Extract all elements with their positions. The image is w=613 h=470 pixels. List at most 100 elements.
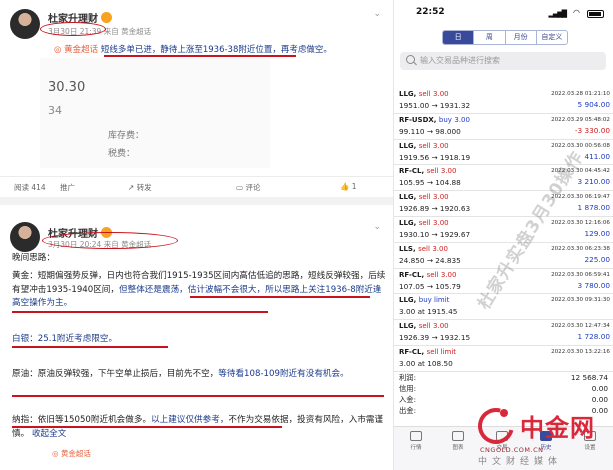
order-profit: 3 780.00 xyxy=(577,280,611,290)
avatar[interactable] xyxy=(10,222,40,252)
annotation-underline xyxy=(12,426,282,428)
order-symbol: RF-CL, sell 3.00 xyxy=(399,167,457,176)
order-symbol: LLG, sell 3.00 xyxy=(399,193,449,202)
order-price: 1951.00 → 1931.32 xyxy=(399,101,471,110)
chevron-down-icon[interactable]: ⌄ xyxy=(373,222,381,232)
order-row[interactable]: LLG, sell 3.00 2022.03.30 12:16:06 1930.10… xyxy=(394,217,613,243)
order-profit: 129.00 xyxy=(584,229,610,238)
order-profit: 5 904.00 xyxy=(577,100,611,109)
search-input[interactable] xyxy=(420,53,600,68)
order-date: 2022.03.30 13:22:16 xyxy=(551,349,610,355)
order-symbol: LLG, sell 3.00 xyxy=(399,322,449,331)
order-profit: 3 210.00 xyxy=(577,177,611,187)
order-date: 2022.03.30 12:47:34 xyxy=(551,323,610,330)
order-price: 1926.39 → 1932.15 xyxy=(399,333,471,343)
order-row[interactable]: LLG, sell 3.00 2022.03.30 06:19:47 1926.89… xyxy=(394,191,613,217)
order-profit: -3 330.00 xyxy=(574,125,610,135)
order-price: 1926.89 → 1920.63 xyxy=(399,204,471,214)
topic-tag-icon: ◎ xyxy=(54,45,62,55)
order-symbol: RF-USDX, buy 3.00 xyxy=(399,115,470,124)
post-separator xyxy=(0,197,393,205)
segment-month[interactable]: 月份 xyxy=(506,31,537,44)
summary-row: 利润: 12 568.74 xyxy=(399,373,608,382)
promote-link[interactable]: 推广 xyxy=(60,182,75,193)
segment-custom[interactable]: 自定义 xyxy=(537,31,567,44)
quoted-screenshot[interactable]: 30.30 34 库存费： 税费： xyxy=(40,58,270,168)
logo-url: CNGOLD.COM.CN xyxy=(480,446,544,454)
weibo-feed: 杜家升理财 3月30日 21:39 来自 黄金超话 ⌄ ◎ 黄金超话 短线多单已… xyxy=(0,0,393,470)
like-button[interactable]: 👍 1 xyxy=(340,182,357,191)
order-row[interactable]: LLG, sell 3.00 2022.03.30 12:47:34 1926.39… xyxy=(394,320,613,346)
order-price: 3.00 at 108.50 xyxy=(399,359,453,368)
oil-paragraph: 原油：原油反弹较强，下午空单止损后，目前先不空，等待看108-109附近有没有机… xyxy=(12,369,349,379)
order-symbol: LLS, sell 3.00 xyxy=(399,244,448,253)
quote-row: 库存费： xyxy=(108,131,145,141)
post-title: 晚间思路： xyxy=(12,253,55,263)
order-symbol: LLG, buy limit xyxy=(399,296,450,305)
thumb-up-icon: 👍 xyxy=(340,182,350,191)
order-price: 99.110 → 98.000 xyxy=(399,126,461,136)
comment-button[interactable]: ▭ 评论 xyxy=(236,182,260,193)
order-profit: 411.00 xyxy=(584,151,610,161)
segment-day[interactable]: 日 xyxy=(443,31,475,44)
order-date: 2022.03.30 00:56:08 xyxy=(551,142,610,149)
summary-row: 入金: 0.00 xyxy=(399,395,608,404)
order-symbol: RF-CL, sell limit xyxy=(399,348,457,356)
quotes-icon xyxy=(410,431,422,441)
vip-badge-icon xyxy=(101,12,112,23)
read-count: 阅读 414 xyxy=(14,183,46,192)
reply-text: 短线多单已进，静待上涨至1936-38附近位置，再考虑做空。 xyxy=(100,45,332,55)
summary-row: 信用: 0.00 xyxy=(399,384,608,393)
chevron-down-icon[interactable]: ⌄ xyxy=(373,9,381,19)
logo-dot-icon xyxy=(500,409,508,417)
post-actions: 阅读 414 推广 ↗ 转发 ▭ 评论 👍 1 xyxy=(0,176,393,196)
topic-tag-icon: ◎ xyxy=(52,449,59,458)
tab-quotes[interactable]: 行情 xyxy=(396,431,436,451)
logo-subtitle: 中文财经媒体 xyxy=(478,457,563,467)
order-row[interactable]: RF-CL, sell limit 2022.03.30 13:22:16 3.0… xyxy=(394,346,613,372)
order-price: 1930.10 → 1929.67 xyxy=(399,230,471,239)
annotation-underline xyxy=(12,346,168,348)
order-row[interactable]: RF-USDX, buy 3.00 2022.03.29 05:48:02 99.1… xyxy=(394,114,613,140)
order-price: 24.850 → 24.835 xyxy=(399,255,461,265)
order-date: 2022.03.30 06:59:41 xyxy=(551,271,610,278)
order-date: 2022.03.30 06:23:38 xyxy=(551,245,610,252)
quote-value: 34 xyxy=(48,104,62,117)
gold-paragraph: 黄金：短期偏强势反弹，日内也符合我们1915-1935区间内高估低追的思路，短线… xyxy=(12,271,386,309)
order-price: 3.00 at 1915.45 xyxy=(399,307,458,317)
order-price: 1919.56 → 1918.19 xyxy=(399,152,471,162)
status-time: 22:52 xyxy=(416,7,445,17)
repost-icon: ↗ xyxy=(128,183,135,192)
topic-tag[interactable]: 黄金超话 xyxy=(64,45,98,55)
repost-button[interactable]: ↗ 转发 xyxy=(128,182,152,193)
order-profit: 1 728.00 xyxy=(577,332,611,342)
quote-value: 30.30 xyxy=(48,80,86,95)
logo-name: 中金网 xyxy=(520,414,595,442)
avatar[interactable] xyxy=(10,9,40,39)
cngold-logo: 中金网 CNGOLD.COM.CN 中文财经媒体 xyxy=(471,401,613,470)
order-row[interactable]: LLG, sell 3.00 2022.03.28 01:21:10 1951.00… xyxy=(394,88,613,114)
annotation-underline xyxy=(190,296,370,298)
quote-row: 税费： xyxy=(108,149,136,159)
collapse-link[interactable]: 收起全文 xyxy=(32,429,66,439)
tab-chart[interactable]: 图表 xyxy=(438,431,478,451)
order-symbol: LLG, sell 3.00 xyxy=(399,90,449,98)
nasdaq-paragraph: 纳指：依旧等15050附近机会做多。以上建议仅供参考，不作为交易依据，投资有风险… xyxy=(12,415,384,439)
composite-screenshot: 杜家升理财 3月30日 21:39 来自 黄金超话 ⌄ ◎ 黄金超话 短线多单已… xyxy=(0,0,613,470)
order-row[interactable]: LLG, buy limit 2022.03.30 09:31:30 3.00 a… xyxy=(394,294,613,321)
order-profit: 225.00 xyxy=(584,254,610,264)
period-segmented-control: 日 周 月份 自定义 xyxy=(442,30,568,45)
comment-icon: ▭ xyxy=(236,183,244,192)
order-symbol: LLG, sell 3.00 xyxy=(399,219,449,227)
topic-footer[interactable]: ◎ 黄金超话 xyxy=(52,448,91,459)
order-symbol: RF-CL, sell 3.00 xyxy=(399,270,457,279)
trading-app: 22:52 ▂▄▆█ ◠ 日 周 月份 自定义 LLG, sell 3.0020… xyxy=(393,0,613,470)
annotation-underline xyxy=(12,395,384,397)
order-date: 2022.03.30 12:16:06 xyxy=(551,220,610,226)
order-profit: 1 878.00 xyxy=(577,203,611,213)
battery-icon xyxy=(587,10,604,18)
segment-week[interactable]: 周 xyxy=(474,31,506,44)
silver-paragraph: 白银：25.1附近考虑限空。 xyxy=(12,334,118,344)
order-price: 105.95 → 104.88 xyxy=(399,178,461,188)
wifi-icon: ◠ xyxy=(573,8,580,17)
